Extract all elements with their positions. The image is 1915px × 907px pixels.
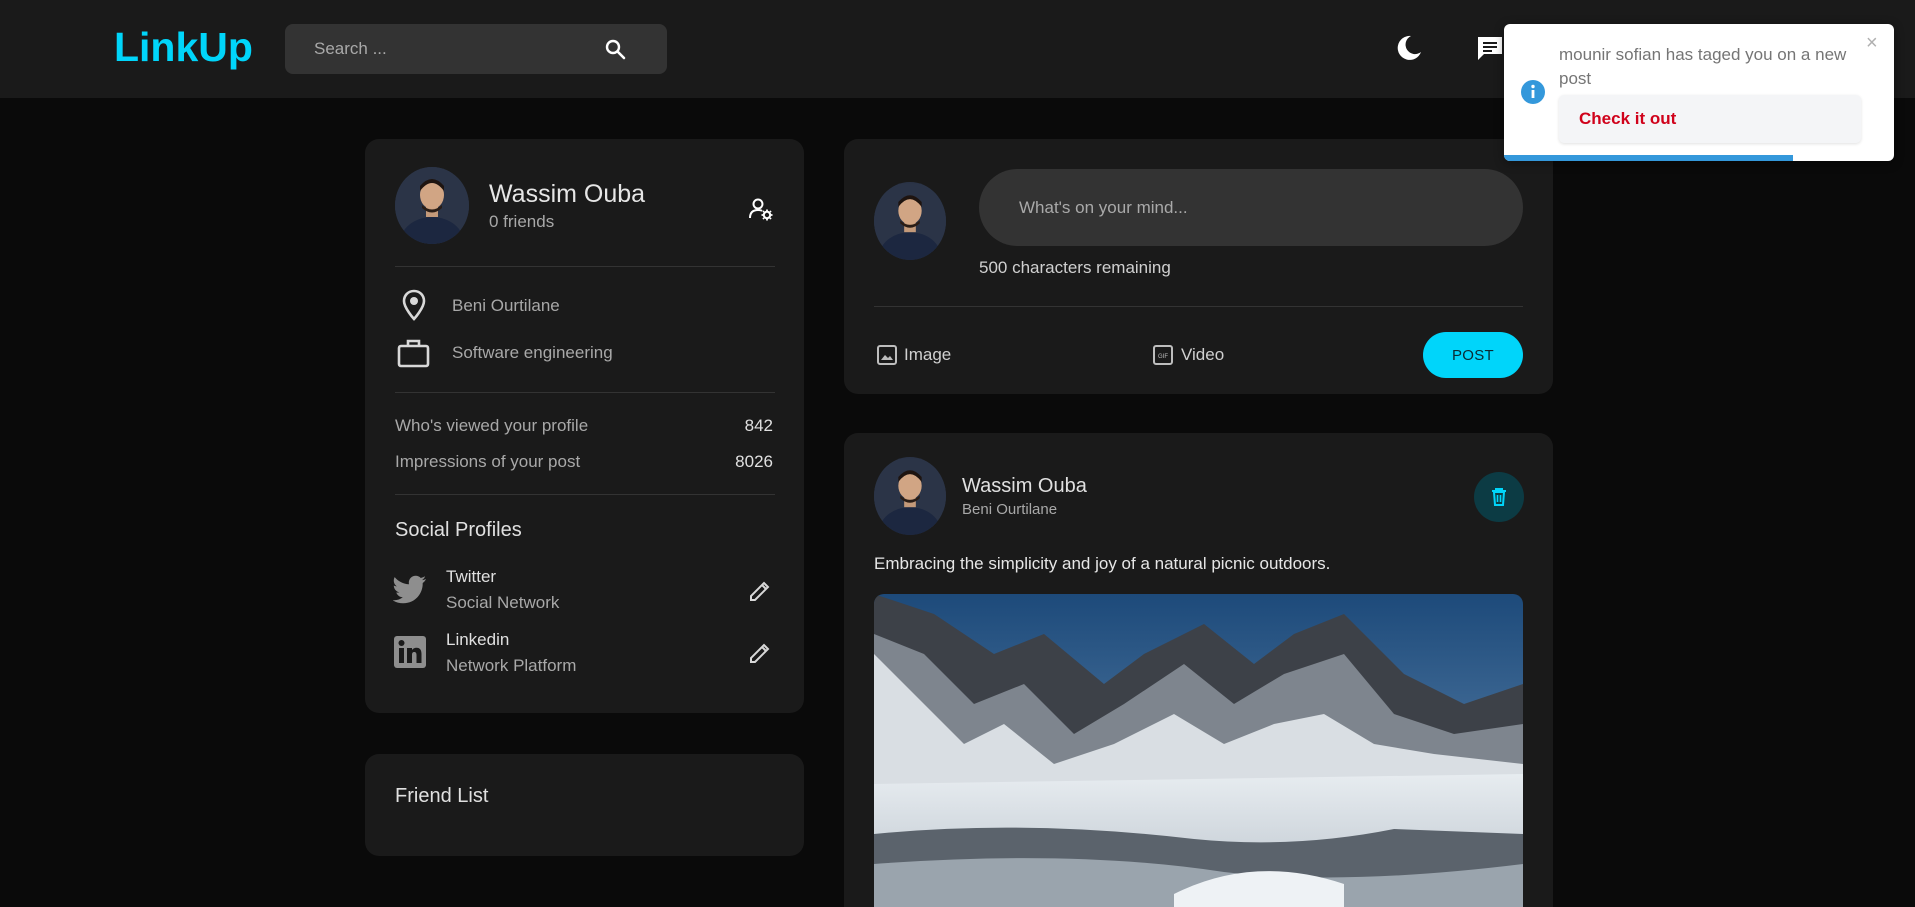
location-pin-icon (402, 289, 426, 321)
manage-account-icon[interactable] (748, 196, 774, 222)
stat-value-profile-views: 842 (744, 416, 773, 435)
edit-linkedin-pencil-icon[interactable] (748, 641, 772, 665)
profile-friends-count: 0 friends (489, 212, 555, 231)
notification-progress-bar (1504, 155, 1793, 161)
post-image[interactable] (874, 594, 1523, 907)
profile-divider (395, 392, 775, 393)
composer-avatar (874, 182, 946, 260)
check-it-out-button[interactable]: Check it out (1559, 95, 1861, 143)
profile-avatar[interactable] (395, 167, 469, 244)
social-linkedin-name: Linkedin (446, 630, 510, 649)
search-icon[interactable] (603, 37, 627, 61)
gif-video-icon[interactable]: GIF (1152, 344, 1174, 366)
search-input[interactable] (314, 38, 584, 60)
composer-image-button[interactable]: Image (904, 345, 951, 365)
edit-twitter-pencil-icon[interactable] (748, 579, 772, 603)
image-icon[interactable] (876, 344, 898, 366)
messages-icon[interactable] (1475, 33, 1505, 63)
post-button[interactable]: POST (1423, 332, 1523, 378)
social-profiles-title: Social Profiles (395, 519, 522, 541)
svg-text:GIF: GIF (1158, 354, 1168, 360)
profile-divider (395, 266, 775, 267)
post-text: Embracing the simplicity and joy of a na… (874, 554, 1331, 573)
friend-list-title: Friend List (395, 785, 489, 807)
stat-label-impressions: Impressions of your post (395, 452, 581, 471)
app-logo[interactable]: LinkUp (114, 24, 253, 71)
stat-label-profile-views: Who's viewed your profile (395, 416, 589, 435)
post-author-avatar[interactable] (874, 457, 946, 535)
profile-name[interactable]: Wassim Ouba (489, 180, 645, 209)
info-icon (1521, 80, 1545, 104)
close-notification-icon[interactable]: × (1866, 32, 1878, 55)
dark-mode-moon-icon[interactable] (1394, 33, 1424, 63)
post-author-location: Beni Ourtilane (962, 501, 1058, 518)
linkedin-icon (394, 636, 426, 668)
delete-post-button[interactable] (1474, 472, 1524, 522)
social-linkedin-type: Network Platform (446, 656, 577, 675)
profile-occupation: Software engineering (452, 343, 613, 362)
stat-value-impressions: 8026 (735, 452, 773, 471)
composer-divider (874, 306, 1523, 307)
characters-remaining: 500 characters remaining (979, 258, 1171, 277)
briefcase-icon (397, 339, 430, 368)
twitter-icon (393, 575, 426, 604)
social-twitter-name: Twitter (446, 567, 497, 586)
composer-video-button[interactable]: Video (1181, 345, 1224, 365)
notification-message: mounir sofian has taged you on a new pos… (1559, 45, 1847, 88)
social-twitter-type: Social Network (446, 593, 560, 612)
notification-toast: mounir sofian has taged you on a new pos… (1504, 24, 1894, 161)
post-composer-input[interactable] (979, 169, 1523, 246)
post-author-name[interactable]: Wassim Ouba (962, 475, 1087, 498)
profile-divider (395, 494, 775, 495)
trash-icon (1492, 488, 1506, 506)
profile-location: Beni Ourtilane (452, 296, 560, 315)
